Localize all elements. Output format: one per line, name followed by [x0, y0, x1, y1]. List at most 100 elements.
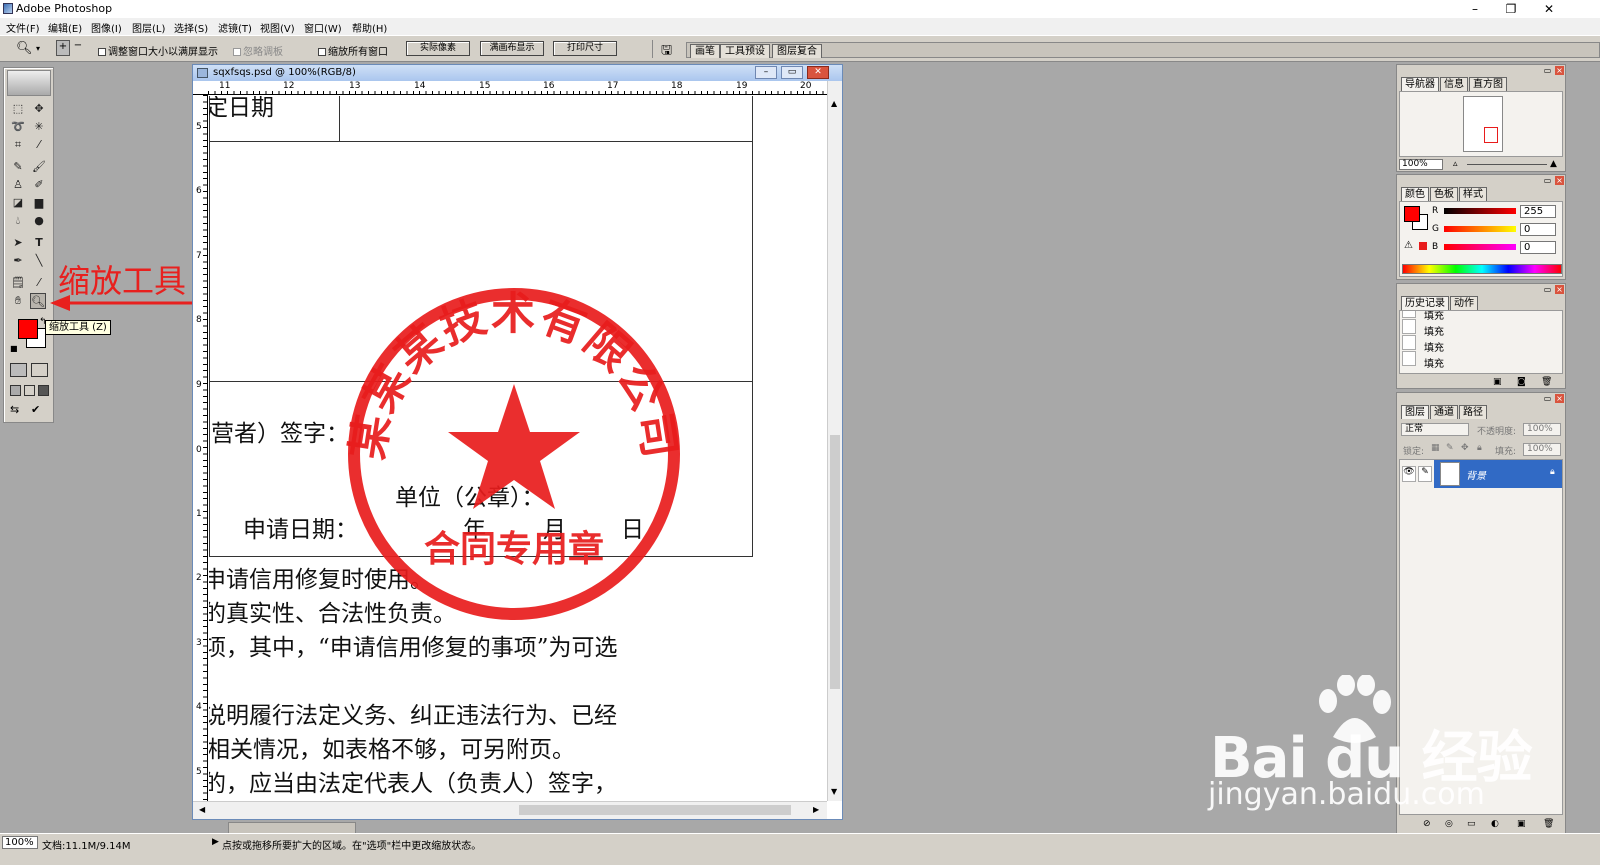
hand-tool-icon[interactable]: ✋︎ — [10, 293, 26, 309]
color-spectrum-bar[interactable] — [1402, 264, 1562, 274]
navigator-thumbnail[interactable] — [1463, 96, 1503, 152]
panel-close-icon[interactable]: × — [1555, 394, 1564, 403]
zoom-tool-preset-icon[interactable]: 🔍︎ — [16, 41, 33, 56]
tab-layer-comps[interactable]: 图层复合 — [772, 44, 822, 58]
panel-minimize-icon[interactable]: ▭ — [1543, 66, 1552, 75]
pen-tool-icon[interactable]: ✒ — [10, 253, 26, 269]
lock-all-icon[interactable]: 🔒︎ — [1477, 443, 1482, 453]
menu-image[interactable]: 图像(I) — [91, 20, 122, 35]
eyedropper-tool-icon[interactable]: ⁄ — [31, 275, 47, 291]
tab-layers[interactable]: 图层 — [1401, 405, 1429, 419]
type-tool-icon[interactable]: T — [31, 235, 47, 251]
brush-link-icon[interactable]: ✎ — [1418, 466, 1432, 482]
tab-styles[interactable]: 样式 — [1459, 187, 1487, 201]
panel-minimize-icon[interactable]: ▭ — [1543, 394, 1552, 403]
menu-edit[interactable]: 编辑(E) — [48, 20, 82, 35]
zoom-tool-icon[interactable]: 🔍︎ — [30, 293, 46, 309]
path-selection-tool-icon[interactable]: ➤ — [10, 235, 26, 251]
tab-swatches[interactable]: 色板 — [1430, 187, 1458, 201]
scroll-left-icon[interactable]: ◀ — [199, 805, 205, 814]
horizontal-scrollbar[interactable]: ◀ ▶ — [193, 801, 827, 819]
panel-minimize-icon[interactable]: ▭ — [1543, 176, 1552, 185]
maximize-button[interactable]: ❐ — [1496, 0, 1526, 18]
blur-tool-icon[interactable]: 💧︎ — [10, 213, 26, 229]
red-value-field[interactable]: 255 — [1520, 205, 1556, 218]
magic-wand-tool-icon[interactable]: ✳ — [31, 119, 47, 135]
navigator-zoom-in-icon[interactable]: ▲ — [1550, 159, 1557, 169]
lock-position-icon[interactable]: ✥ — [1461, 443, 1469, 453]
panel-close-icon[interactable]: × — [1555, 176, 1564, 185]
green-slider[interactable] — [1444, 226, 1516, 232]
fill-field[interactable]: 100% — [1523, 443, 1561, 456]
vertical-scrollbar[interactable]: ▲ ▼ — [827, 81, 842, 801]
tab-color[interactable]: 颜色 — [1401, 187, 1429, 201]
resize-windows-checkbox[interactable]: 调整窗口大小以满屏显示 — [98, 43, 218, 58]
eye-icon[interactable]: 👁︎ — [1402, 466, 1416, 482]
healing-brush-tool-icon[interactable]: ✎ — [10, 159, 26, 175]
menu-view[interactable]: 视图(V) — [260, 20, 295, 35]
history-item-fill[interactable]: 填充 — [1424, 355, 1444, 370]
menu-file[interactable]: 文件(F) — [6, 20, 40, 35]
panel-minimize-icon[interactable]: ▭ — [1543, 285, 1552, 294]
ruler-horizontal[interactable]: 11 12 13 14 15 16 17 18 19 20 — [193, 81, 827, 95]
history-item-fill[interactable]: 填充 — [1424, 311, 1444, 322]
move-tool-icon[interactable]: ✥ — [31, 101, 47, 117]
dodge-tool-icon[interactable]: ● — [31, 213, 47, 229]
opacity-field[interactable]: 100% — [1523, 423, 1561, 436]
color-foreground-swatch[interactable] — [1404, 206, 1420, 222]
edit-in-imageready-icon[interactable]: ✔ — [31, 403, 40, 416]
close-button[interactable]: ✕ — [1534, 0, 1564, 18]
doc-maximize-button[interactable]: ▭ — [781, 66, 803, 79]
zoom-in-mode-icon[interactable]: + — [56, 40, 70, 56]
history-item-fill[interactable]: 填充 — [1424, 339, 1444, 354]
line-tool-icon[interactable]: ╲ — [31, 253, 47, 269]
vertical-scroll-thumb[interactable] — [830, 435, 840, 689]
foreground-color-swatch[interactable] — [18, 319, 38, 339]
horizontal-scroll-thumb[interactable] — [519, 805, 791, 815]
chevron-down-icon[interactable]: ▾ — [36, 44, 40, 53]
blue-slider[interactable] — [1444, 244, 1516, 250]
zoom-all-windows-checkbox[interactable]: 缩放所有窗口 — [318, 43, 388, 58]
zoom-out-mode-icon[interactable]: − — [71, 40, 85, 56]
fit-on-screen-button[interactable]: 满画布显示 — [480, 41, 544, 56]
panel-close-icon[interactable]: × — [1555, 285, 1564, 294]
trash-icon[interactable]: 🗑︎ — [1541, 377, 1552, 387]
lock-transparency-icon[interactable]: ▦ — [1431, 443, 1440, 453]
document-canvas[interactable]: 定日期 营者）签字： 单位（公章）： 申请日期： 年 月 日 申请信用修复时使用… — [209, 96, 826, 800]
doc-close-button[interactable]: ✕ — [807, 66, 829, 79]
adjustment-layer-icon[interactable]: ◐ — [1491, 819, 1499, 829]
standard-mode-icon[interactable] — [10, 363, 27, 377]
doc-minimize-button[interactable]: – — [755, 66, 777, 79]
full-screen-mode-icon[interactable] — [38, 385, 49, 396]
crop-tool-icon[interactable]: ⌗ — [10, 137, 26, 153]
clone-stamp-tool-icon[interactable]: ♙ — [10, 177, 26, 193]
menu-filter[interactable]: 滤镜(T) — [218, 20, 252, 35]
layer-selected-highlight[interactable]: 背景 🔒︎ — [1434, 460, 1562, 488]
layer-mask-icon[interactable]: ▭ — [1467, 819, 1476, 829]
new-layer-icon[interactable]: ▣ — [1517, 819, 1526, 829]
jump-to-imageready-icon[interactable]: ⇆ — [10, 403, 19, 416]
standard-screen-mode-icon[interactable] — [10, 385, 21, 396]
ignore-palettes-checkbox[interactable]: 忽略调板 — [233, 43, 283, 58]
tab-actions[interactable]: 动作 — [1450, 296, 1478, 310]
delete-layer-icon[interactable]: 🗑︎ — [1543, 819, 1554, 829]
history-snapshot-check[interactable] — [1402, 335, 1416, 350]
marquee-tool-icon[interactable]: ⬚ — [10, 101, 26, 117]
blend-mode-select[interactable]: 正常 — [1401, 423, 1469, 436]
history-item-fill[interactable]: 填充 — [1424, 323, 1444, 338]
scroll-down-icon[interactable]: ▼ — [831, 787, 837, 796]
status-menu-arrow-icon[interactable]: ▶ — [212, 837, 219, 847]
scroll-right-icon[interactable]: ▶ — [813, 805, 819, 814]
green-value-field[interactable]: 0 — [1520, 223, 1556, 236]
eraser-tool-icon[interactable]: ◪ — [10, 195, 26, 211]
lock-pixels-icon[interactable]: ✎ — [1446, 443, 1454, 453]
out-of-gamut-warning-icon[interactable]: ⚠ — [1404, 240, 1413, 251]
status-doc-info[interactable]: 文档:11.1M/9.14M — [42, 837, 131, 852]
scroll-up-icon[interactable]: ▲ — [831, 99, 837, 108]
menu-layer[interactable]: 图层(L) — [132, 20, 165, 35]
actual-pixels-button[interactable]: 实际像素 — [406, 41, 470, 56]
lasso-tool-icon[interactable]: ➰ — [10, 119, 26, 135]
print-size-button[interactable]: 打印尺寸 — [553, 41, 617, 56]
menu-window[interactable]: 窗口(W) — [304, 20, 342, 35]
history-snapshot-check[interactable] — [1402, 311, 1416, 318]
